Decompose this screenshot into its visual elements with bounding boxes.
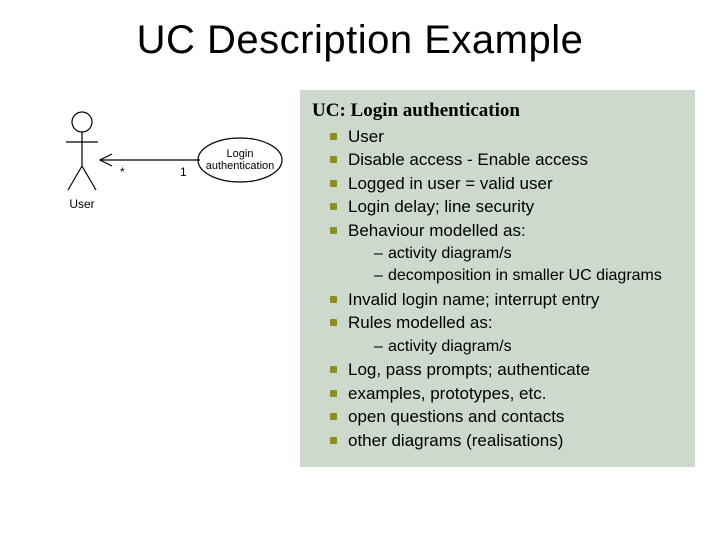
sub-list: activity diagram/s decomposition in smal… — [348, 244, 681, 287]
uml-diagram: User * 1 Login authentication — [60, 108, 285, 238]
sub-list-item: activity diagram/s — [374, 337, 681, 358]
list-item: Invalid login name; interrupt entry — [330, 289, 681, 311]
page-title: UC Description Example — [0, 18, 720, 63]
uc-list: User Disable access - Enable access Logg… — [312, 126, 681, 452]
usecase-label-1: Login — [227, 148, 254, 160]
list-item: examples, prototypes, etc. — [330, 383, 681, 405]
list-item: Login delay; line security — [330, 196, 681, 218]
actor-leg-left — [68, 166, 82, 190]
actor-head-icon — [72, 112, 92, 132]
list-item: open questions and contacts — [330, 406, 681, 428]
list-item: Behaviour modelled as: activity diagram/… — [330, 220, 681, 287]
usecase-label-2: authentication — [206, 160, 275, 172]
uc-description-panel: UC: Login authentication User Disable ac… — [300, 90, 695, 467]
sub-list: activity diagram/s — [348, 337, 681, 358]
list-item: other diagrams (realisations) — [330, 430, 681, 452]
actor-label: User — [69, 197, 94, 211]
slide: UC Description Example User * 1 Login au… — [0, 0, 720, 540]
multiplicity-right: 1 — [180, 165, 187, 179]
actor-leg-right — [82, 166, 96, 190]
sub-list-item: activity diagram/s — [374, 244, 681, 265]
list-item: Disable access - Enable access — [330, 149, 681, 171]
list-item: Rules modelled as: activity diagram/s — [330, 312, 681, 357]
multiplicity-left: * — [120, 165, 125, 179]
list-item: User — [330, 126, 681, 148]
sub-list-item: decomposition in smaller UC diagrams — [374, 266, 681, 287]
list-item: Logged in user = valid user — [330, 173, 681, 195]
list-item: Log, pass prompts; authenticate — [330, 359, 681, 381]
uc-header: UC: Login authentication — [312, 100, 681, 122]
